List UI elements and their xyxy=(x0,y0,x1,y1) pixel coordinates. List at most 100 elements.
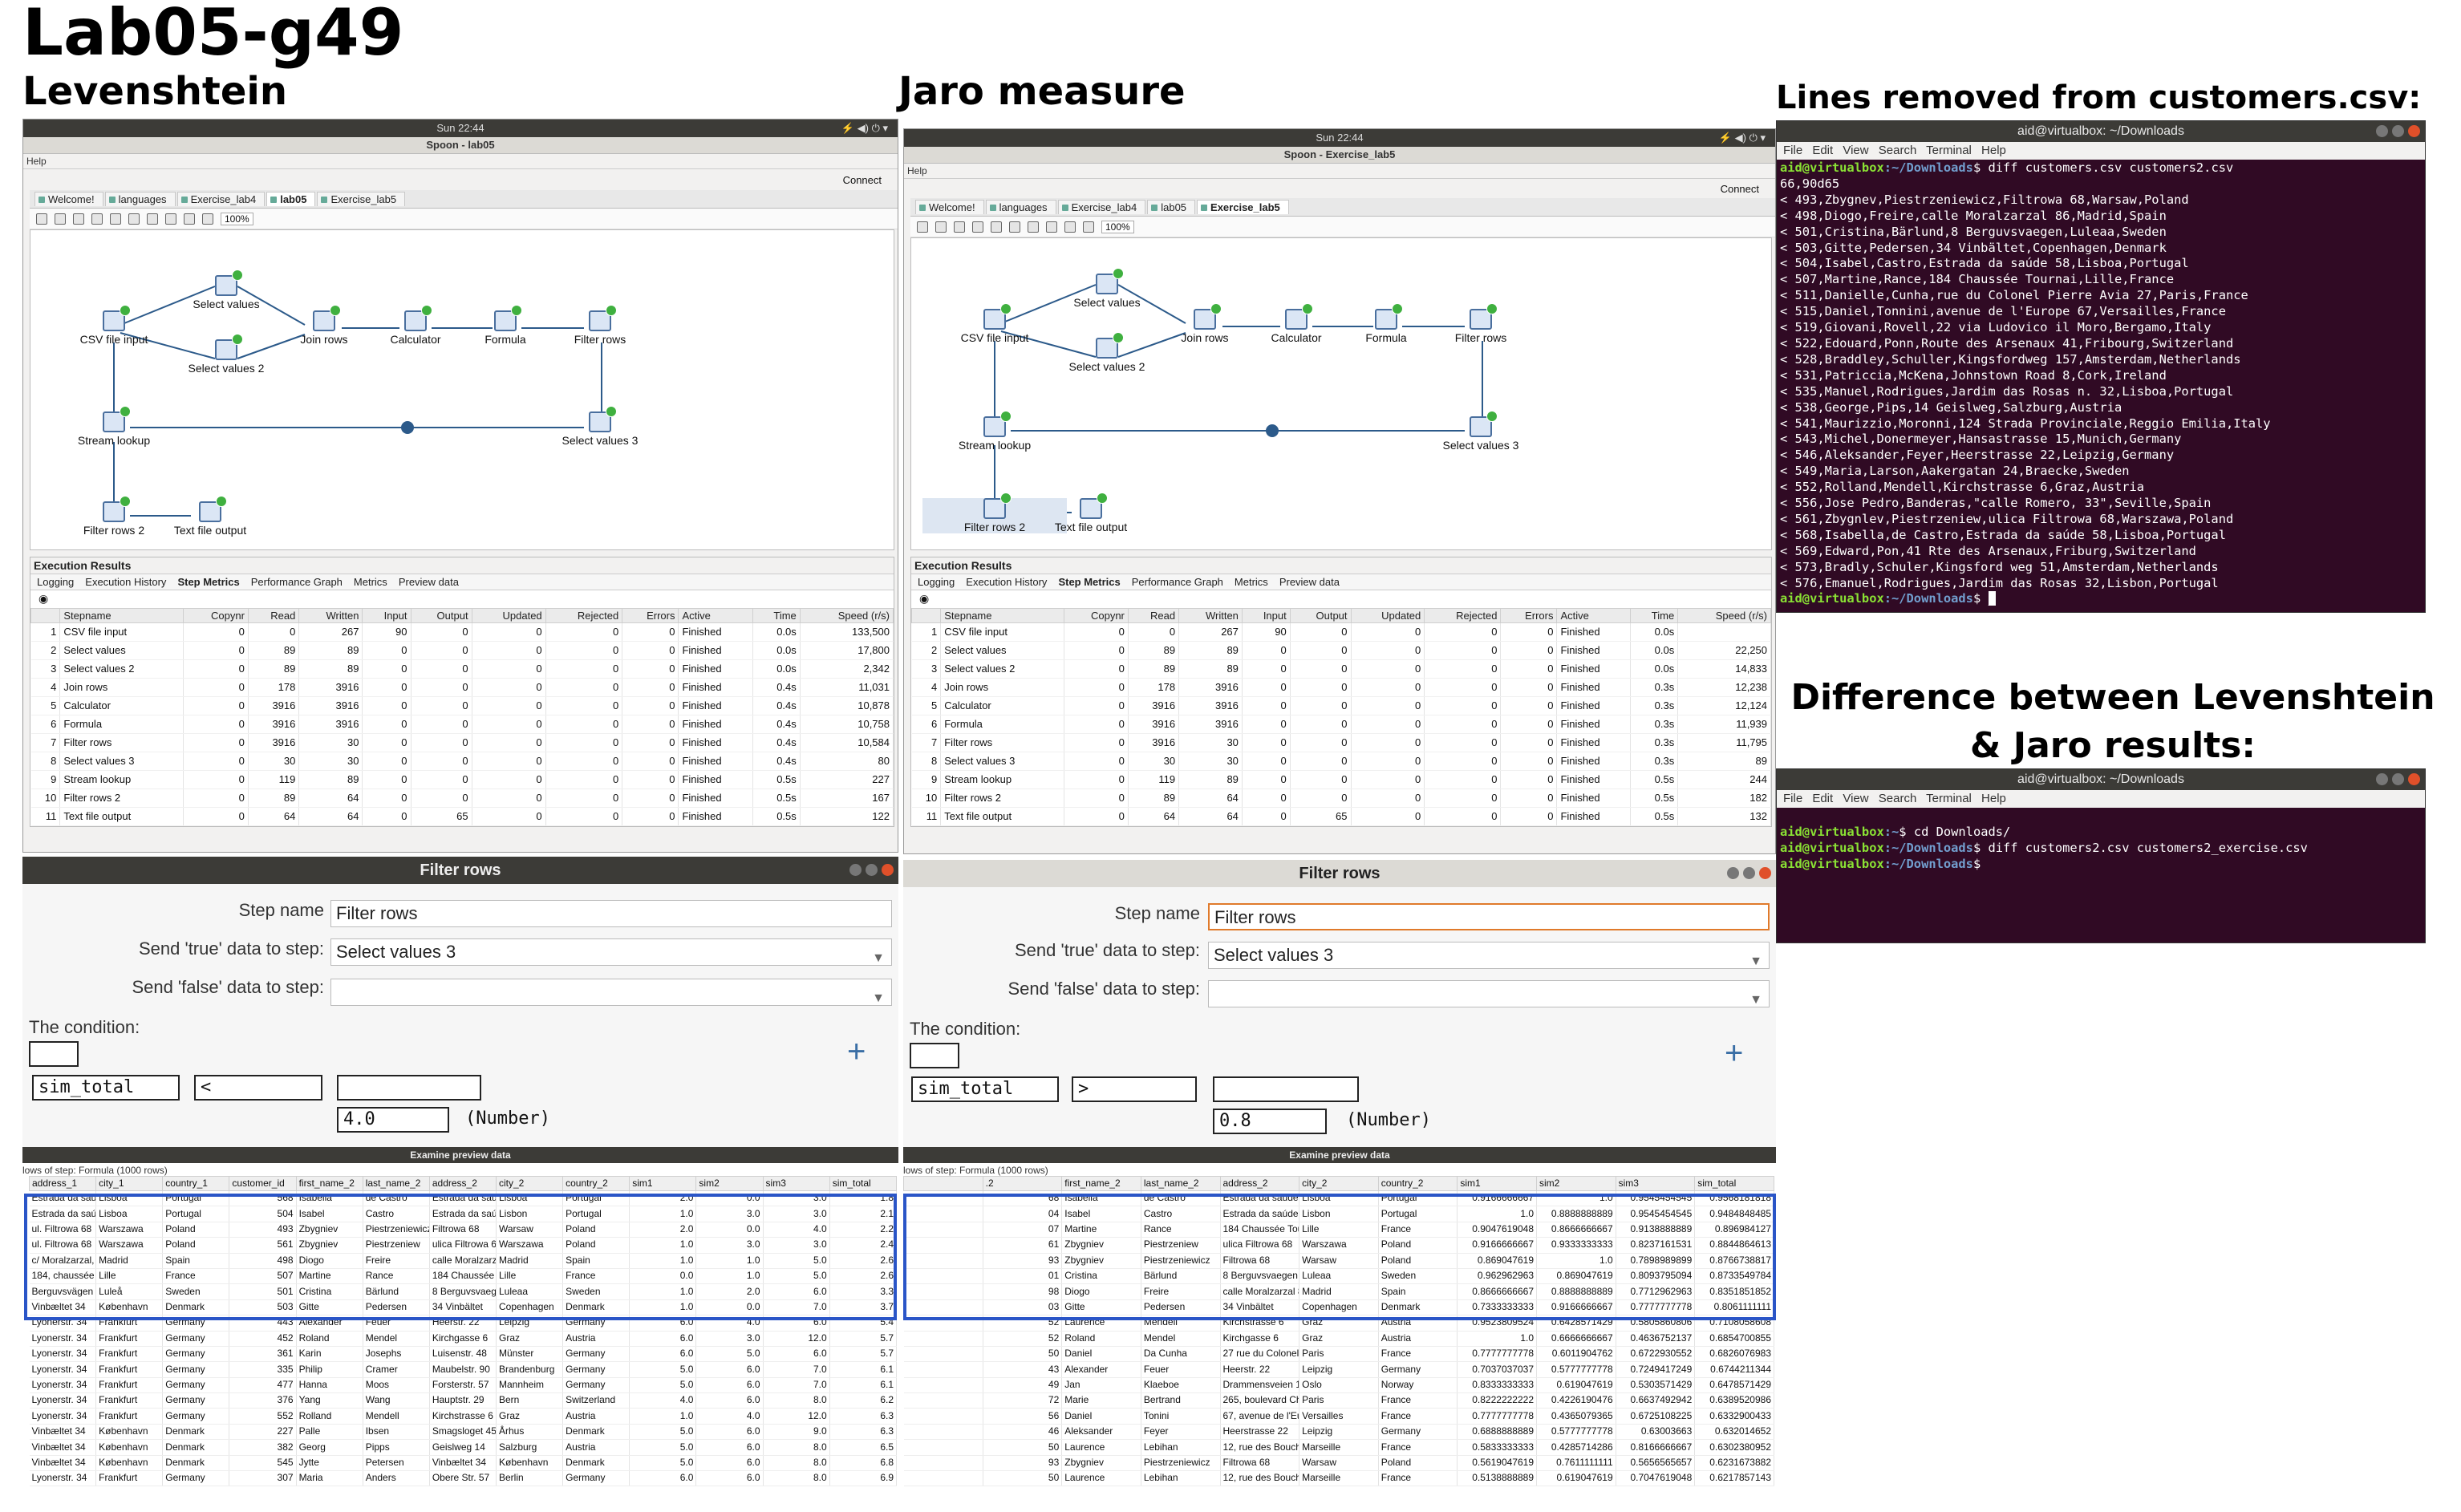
tab-exercise-lab4[interactable]: Exercise_lab4 xyxy=(176,192,266,206)
table-row[interactable]: 9 Stream lookup 0 119 89 0 0 0 0 0 Finished 0.5s 244 xyxy=(911,770,1771,789)
column-header[interactable]: last_name_2 xyxy=(1140,1176,1221,1191)
send-true-select[interactable]: Select values 3 ▼ xyxy=(1208,942,1770,969)
sql-icon[interactable] xyxy=(1064,221,1076,233)
table-row[interactable]: Lyonerstr. 34 Frankfurt Germany 477 Hanna Moo… xyxy=(29,1377,898,1394)
table-row[interactable]: 8 Select values 3 0 30 30 0 0 0 0 0 Finished 0.4s 80 xyxy=(30,752,894,771)
pause-icon[interactable] xyxy=(935,221,947,233)
column-header[interactable]: Copynr xyxy=(1063,608,1129,623)
column-header[interactable]: Stepname xyxy=(940,608,1064,623)
table-row[interactable]: Lyonerstr. 34 Frankfurt Germany 552 Rolland M… xyxy=(29,1408,898,1425)
subtab-logging[interactable]: Logging xyxy=(37,576,74,588)
column-header[interactable]: Speed (r/s) xyxy=(1677,608,1771,623)
sql-icon[interactable] xyxy=(184,213,195,225)
maximize-icon[interactable] xyxy=(2392,773,2404,785)
minimize-icon[interactable] xyxy=(1727,867,1739,879)
column-header[interactable]: country_2 xyxy=(1377,1176,1458,1191)
debug-icon[interactable] xyxy=(110,213,121,225)
column-header[interactable]: address_1 xyxy=(28,1176,97,1191)
tab-languages[interactable]: languages xyxy=(104,192,176,206)
column-header[interactable]: first_name_2 xyxy=(295,1176,363,1191)
step-select-values-3[interactable]: Select values 3 xyxy=(528,406,672,447)
column-header[interactable] xyxy=(30,608,61,623)
table-row[interactable]: Vinbæltet 34 København Denmark 545 Jytte Pete… xyxy=(29,1455,898,1472)
subtab-metrics[interactable]: Metrics xyxy=(354,576,387,588)
column-header[interactable]: Read xyxy=(247,608,300,623)
window-controls[interactable] xyxy=(1727,867,1771,879)
stop-icon[interactable] xyxy=(73,213,84,225)
table-row[interactable]: Lyonerstr. 34 Frankfurt Germany 361 Karin Jos… xyxy=(29,1346,898,1363)
condition-negate-box[interactable] xyxy=(29,1041,79,1067)
condition-field[interactable]: sim_total xyxy=(32,1075,180,1101)
table-row[interactable]: 43 Alexander Feuer Heerstr. 22 Leipzig German… xyxy=(903,1361,1774,1378)
column-header[interactable]: sim_total xyxy=(829,1176,898,1191)
tab-lab05[interactable]: lab05 xyxy=(266,192,316,206)
terminal-output[interactable]: aid@virtualbox:~/Downloads$ diff custome… xyxy=(1777,160,2425,612)
close-icon[interactable] xyxy=(1759,867,1771,879)
table-row[interactable]: Vinbæltet 34 København Denmark 227 Palle Ibse… xyxy=(29,1424,898,1441)
column-header[interactable]: Output xyxy=(410,608,472,623)
column-header[interactable]: Active xyxy=(678,608,753,623)
table-row[interactable]: Lyonerstr. 34 Frankfurt Germany 452 Roland Me… xyxy=(29,1331,898,1347)
stop-icon[interactable] xyxy=(954,221,965,233)
column-header[interactable]: Speed (r/s) xyxy=(799,608,894,623)
column-header[interactable]: sim_total xyxy=(1694,1176,1774,1191)
close-icon[interactable] xyxy=(2408,773,2420,785)
condition-value[interactable]: 4.0 xyxy=(337,1107,449,1133)
add-condition-icon[interactable]: + xyxy=(1725,1037,1743,1069)
minimize-icon[interactable] xyxy=(2376,125,2388,137)
column-header[interactable]: Written xyxy=(1178,608,1243,623)
step-select-values-3[interactable]: Select values 3 xyxy=(1409,411,1553,452)
terminal-menu[interactable]: File Edit View Search Terminal Help xyxy=(1777,142,2425,160)
column-header[interactable]: .2 xyxy=(982,1176,1063,1191)
subtab-execution-history[interactable]: Execution History xyxy=(966,576,1047,588)
tab-welcome[interactable]: Welcome! xyxy=(915,200,984,214)
condition-operator[interactable]: < xyxy=(194,1075,322,1101)
table-row[interactable]: 7 Filter rows 0 3916 30 0 0 0 0 0 Finished 0.4s 10,5… xyxy=(30,733,894,752)
column-header[interactable]: Stepname xyxy=(59,608,184,623)
subtab-preview-data[interactable]: Preview data xyxy=(1279,576,1340,588)
column-header[interactable]: city_2 xyxy=(1299,1176,1379,1191)
column-header[interactable]: Active xyxy=(1556,608,1632,623)
column-header[interactable]: address_2 xyxy=(428,1176,497,1191)
column-header[interactable]: Rejected xyxy=(545,608,623,623)
subtab-metrics[interactable]: Metrics xyxy=(1235,576,1268,588)
table-row[interactable]: Lyonerstr. 34 Frankfurt Germany 376 Yang Wang… xyxy=(29,1392,898,1409)
menu-help[interactable]: Help xyxy=(23,154,898,169)
explore-db-icon[interactable] xyxy=(202,213,213,225)
condition-field[interactable]: sim_total xyxy=(911,1076,1059,1102)
replay-icon[interactable] xyxy=(128,213,140,225)
subtab-step-metrics[interactable]: Step Metrics xyxy=(1058,576,1120,588)
column-header[interactable]: first_name_2 xyxy=(1061,1176,1141,1191)
table-row[interactable]: 5 Calculator 0 3916 3916 0 0 0 0 0 Finished 0.3s 12,… xyxy=(911,696,1771,715)
table-row[interactable]: 7 Filter rows 0 3916 30 0 0 0 0 0 Finished 0.3s 11,7… xyxy=(911,733,1771,752)
minimize-icon[interactable] xyxy=(2376,773,2388,785)
column-header[interactable]: Rejected xyxy=(1424,608,1502,623)
column-header[interactable]: Input xyxy=(1241,608,1291,623)
tab-lab05[interactable]: lab05 xyxy=(1147,200,1196,214)
step-select-values[interactable]: Select values xyxy=(1035,268,1179,309)
explore-db-icon[interactable] xyxy=(1083,221,1094,233)
column-header[interactable]: Written xyxy=(298,608,363,623)
subtab-execution-history[interactable]: Execution History xyxy=(85,576,166,588)
column-header[interactable]: Updated xyxy=(471,608,546,623)
column-header[interactable]: country_2 xyxy=(562,1176,630,1191)
table-row[interactable]: 5 Calculator 0 3916 3916 0 0 0 0 0 Finished 0.4s 10,… xyxy=(30,696,894,715)
subtab-performance-graph[interactable]: Performance Graph xyxy=(251,576,343,588)
transformation-canvas[interactable]: CSV file input Select values Select valu… xyxy=(910,237,1772,550)
tab-exercise-lab5[interactable]: Exercise_lab5 xyxy=(317,192,406,206)
tab-languages[interactable]: languages xyxy=(985,200,1056,214)
subtab-logging[interactable]: Logging xyxy=(918,576,955,588)
verify-icon[interactable] xyxy=(1028,221,1039,233)
table-row[interactable]: 52 Roland Mendel Kirchgasse 6 Graz Austria 1.0… xyxy=(903,1331,1774,1347)
system-tray-icons[interactable]: ⚡ ◀) ⏻ ▾ xyxy=(841,120,888,137)
impact-icon[interactable] xyxy=(165,213,176,225)
send-false-select[interactable]: ▼ xyxy=(1208,980,1770,1007)
pause-icon[interactable] xyxy=(55,213,66,225)
table-row[interactable]: 3 Select values 2 0 89 89 0 0 0 0 0 Finished 0.0s 2,… xyxy=(30,659,894,679)
verify-icon[interactable] xyxy=(147,213,158,225)
table-row[interactable]: 11 Text file output 0 64 64 0 65 0 0 0 Finished 0.5… xyxy=(911,807,1771,826)
replay-icon[interactable] xyxy=(1009,221,1020,233)
column-header[interactable]: customer_id xyxy=(229,1176,297,1191)
table-row[interactable]: 1 CSV file input 0 0 267 90 0 0 0 0 Finished 0.0s 13… xyxy=(30,622,894,642)
add-condition-icon[interactable]: + xyxy=(847,1036,866,1068)
